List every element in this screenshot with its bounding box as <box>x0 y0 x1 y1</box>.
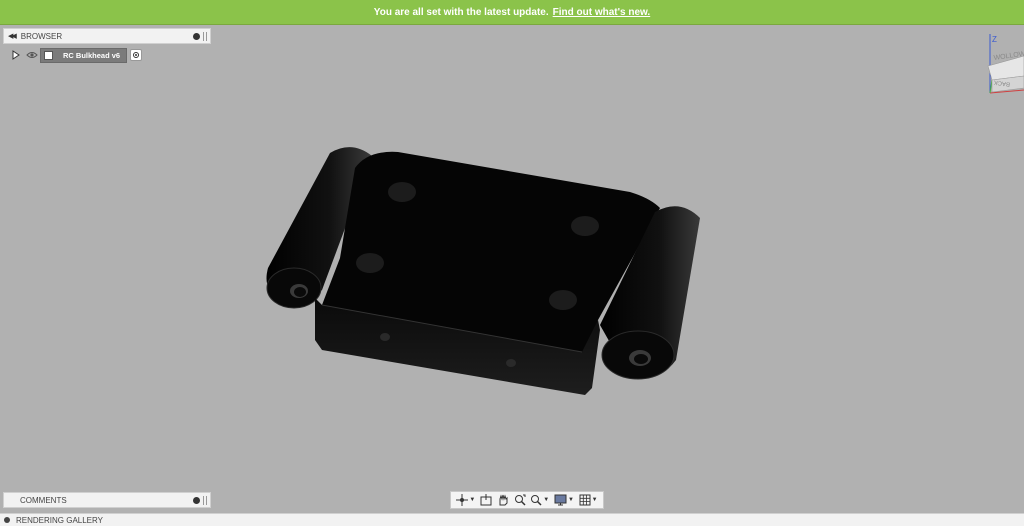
activate-component-radio[interactable] <box>130 49 143 61</box>
browser-title: BROWSER <box>20 31 63 41</box>
component-label[interactable]: RC Bulkhead v6 <box>40 47 128 63</box>
component-name: RC Bulkhead v6 <box>63 50 121 60</box>
display-settings-icon <box>554 494 567 506</box>
mount-hole <box>388 182 416 202</box>
browser-panel-header[interactable]: ◀◀ BROWSER <box>3 28 211 44</box>
comments-panel-header[interactable]: COMMENTS <box>3 492 211 508</box>
orbit-icon <box>456 494 469 506</box>
look-at-tool[interactable] <box>480 493 492 507</box>
pan-icon <box>499 494 508 506</box>
fit-icon <box>531 495 542 506</box>
comments-resize-grip-icon[interactable] <box>203 495 207 505</box>
grid-settings-icon <box>579 494 591 506</box>
visibility-eye-icon[interactable] <box>26 50 38 60</box>
mount-hole <box>356 253 384 273</box>
side-hole <box>506 359 516 367</box>
side-hole <box>380 333 390 341</box>
orbit-tool[interactable]: ▼ <box>456 493 475 507</box>
rc-bulkhead-model[interactable] <box>0 25 1024 512</box>
display-caret-icon[interactable]: ▼ <box>568 497 574 503</box>
fit-tool[interactable]: ▼ <box>530 493 549 507</box>
update-banner: You are all set with the latest update. … <box>0 0 1024 25</box>
mount-hole <box>549 290 577 310</box>
display-settings-tool[interactable]: ▼ <box>554 493 574 507</box>
rendering-gallery-bar[interactable]: RENDERING GALLERY <box>0 513 1024 526</box>
banner-message: You are all set with the latest update. <box>373 6 549 18</box>
grid-caret-icon[interactable]: ▼ <box>592 497 598 503</box>
browser-pin-icon[interactable] <box>193 32 200 40</box>
pan-tool[interactable] <box>497 493 509 507</box>
comments-add-icon[interactable] <box>193 496 200 504</box>
3d-viewport[interactable] <box>0 25 1024 512</box>
grid-settings-tool[interactable]: ▼ <box>579 493 598 507</box>
orbit-caret-icon[interactable]: ▼ <box>469 497 475 503</box>
browser-resize-grip-icon[interactable] <box>203 31 207 41</box>
fit-caret-icon[interactable]: ▼ <box>543 497 549 503</box>
navigation-toolbar: ▼ ▼ ▼ ▼ <box>450 491 604 509</box>
whats-new-link[interactable]: Find out what's new. <box>553 7 651 18</box>
component-icon <box>44 50 53 60</box>
comments-title: COMMENTS <box>20 495 67 505</box>
axis-z-label: Z <box>992 35 997 44</box>
expand-triangle-icon[interactable] <box>12 50 20 60</box>
zoom-tool[interactable] <box>514 493 526 507</box>
browser-root-node[interactable]: RC Bulkhead v6 <box>12 47 143 63</box>
zoom-icon <box>514 494 526 506</box>
look-at-icon <box>480 494 492 506</box>
rendering-gallery-title: RENDERING GALLERY <box>16 515 103 525</box>
collapse-browser-icon[interactable]: ◀◀ <box>8 32 17 40</box>
mount-hole <box>571 216 599 236</box>
rendering-gallery-toggle-icon[interactable] <box>4 517 10 523</box>
viewcube[interactable]: Z WOLLOW BACK <box>982 30 1024 100</box>
